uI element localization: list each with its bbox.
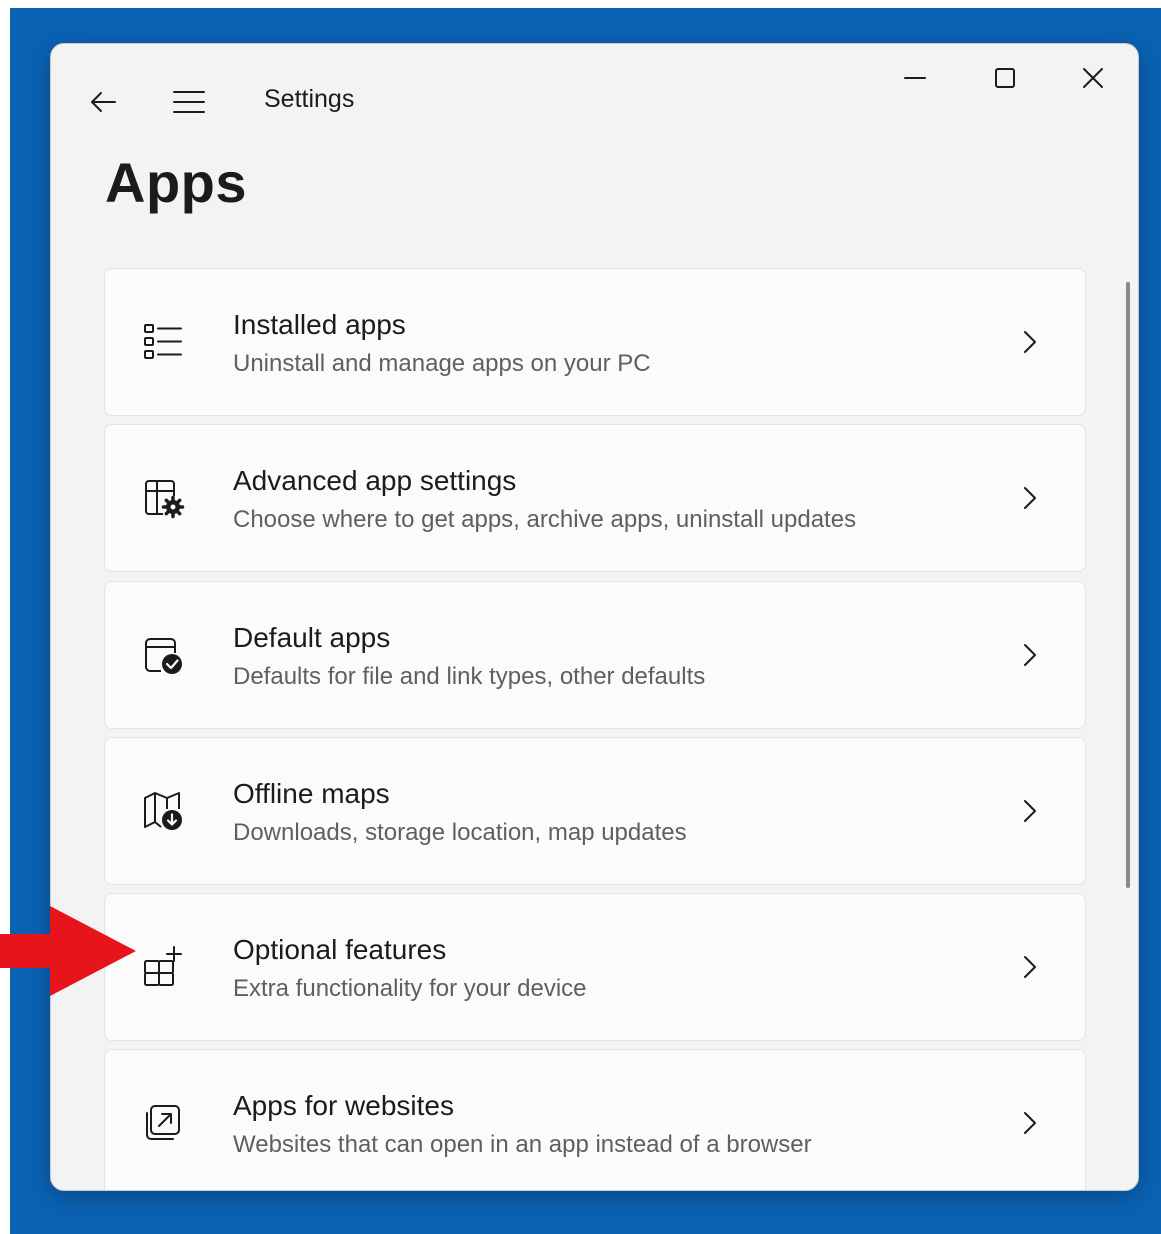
app-title: Settings <box>264 85 355 113</box>
offline-maps-icon <box>144 792 182 830</box>
advanced-app-settings-icon <box>145 480 185 519</box>
desktop-background: Settings Apps Installed apps Uninstall a… <box>10 8 1161 1234</box>
page-title: Apps <box>105 151 247 214</box>
card-title: Offline maps <box>233 778 390 809</box>
installed-apps-card[interactable]: Installed apps Uninstall and manage apps… <box>104 268 1086 416</box>
minimize-icon <box>904 77 926 79</box>
chevron-right-icon <box>1024 800 1036 822</box>
card-title: Installed apps <box>233 309 406 340</box>
red-pointer-arrow-icon <box>0 906 136 996</box>
chevron-right-icon <box>1024 331 1036 353</box>
installed-apps-icon <box>144 324 182 359</box>
maximize-icon <box>995 68 1015 88</box>
navigation-menu-button[interactable] <box>167 80 211 124</box>
chevron-right-icon <box>1024 1112 1036 1134</box>
chevron-right-icon <box>1024 956 1036 978</box>
chevron-right-icon <box>1024 644 1036 666</box>
minimize-button[interactable] <box>893 56 937 100</box>
close-button[interactable] <box>1071 56 1115 100</box>
default-apps-card[interactable]: Default apps Defaults for file and link … <box>104 581 1086 729</box>
card-description: Defaults for file and link types, other … <box>233 663 706 690</box>
card-title: Optional features <box>233 934 447 965</box>
optional-features-icon <box>144 946 182 986</box>
optional-features-card[interactable]: Optional features Extra functionality fo… <box>104 893 1086 1041</box>
card-description: Uninstall and manage apps on your PC <box>233 350 651 377</box>
settings-window: Settings Apps Installed apps Uninstall a… <box>50 43 1139 1191</box>
card-title: Advanced app settings <box>233 465 517 496</box>
hamburger-icon <box>173 91 205 113</box>
apps-for-websites-card[interactable]: Apps for websites Websites that can open… <box>104 1049 1086 1190</box>
card-title: Apps for websites <box>233 1090 454 1121</box>
vertical-scrollbar[interactable] <box>1126 282 1130 888</box>
advanced-app-settings-card[interactable]: Advanced app settings Choose where to ge… <box>104 424 1086 572</box>
default-apps-icon <box>145 638 182 674</box>
offline-maps-card[interactable]: Offline maps Downloads, storage location… <box>104 737 1086 885</box>
close-icon <box>1083 68 1103 88</box>
maximize-button[interactable] <box>983 56 1027 100</box>
back-arrow-icon <box>91 92 116 112</box>
apps-for-websites-icon <box>146 1105 180 1140</box>
card-description: Extra functionality for your device <box>233 975 587 1002</box>
card-title: Default apps <box>233 622 391 653</box>
card-description: Choose where to get apps, archive apps, … <box>233 506 857 533</box>
back-button[interactable] <box>81 80 125 124</box>
card-description: Websites that can open in an app instead… <box>233 1131 812 1158</box>
card-description: Downloads, storage location, map updates <box>233 819 687 846</box>
chevron-right-icon <box>1024 487 1036 509</box>
